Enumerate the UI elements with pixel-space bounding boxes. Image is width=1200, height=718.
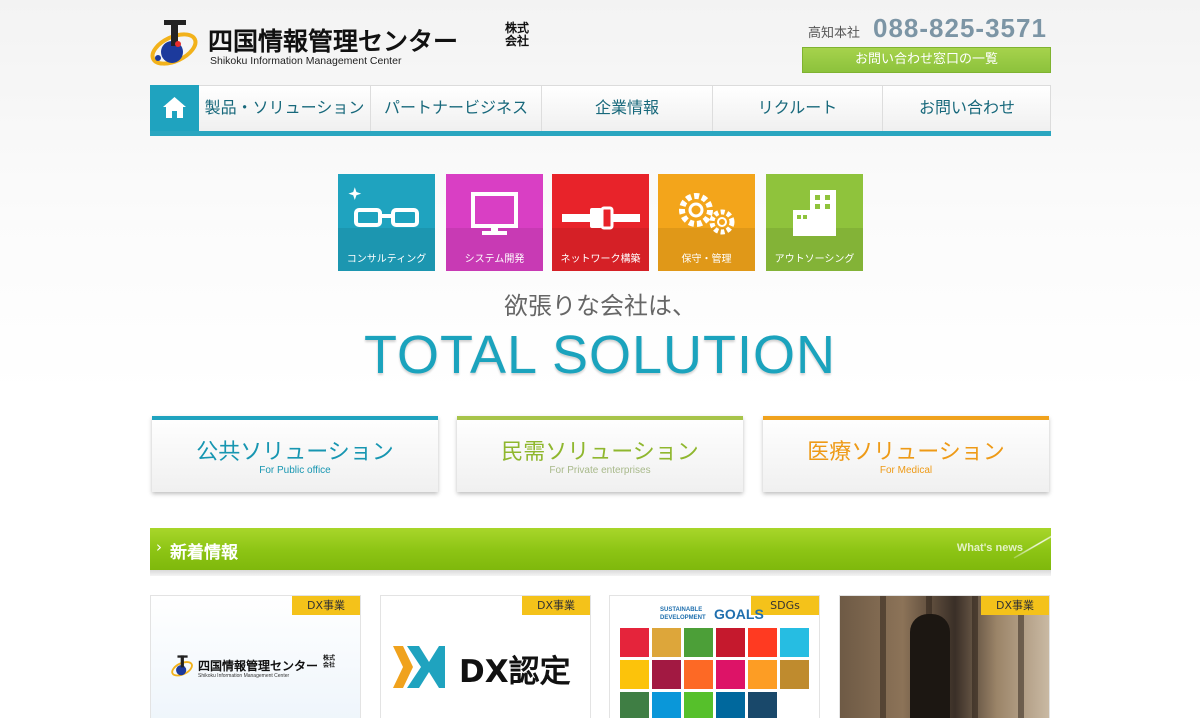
solution-title: 医療ソリューション xyxy=(807,440,1005,465)
phone-number[interactable]: 088-825-3571 xyxy=(873,13,1047,44)
contact-list-button[interactable]: お問い合わせ窓口の一覧 xyxy=(802,47,1051,73)
card-logo-jp: 四国情報管理センター xyxy=(198,659,319,673)
solution-title: 民需ソリューション xyxy=(501,440,699,465)
category-badge: DX事業 xyxy=(981,596,1049,615)
solution-public[interactable]: 公共ソリューション For Public office xyxy=(152,416,438,492)
service-tile-outsourcing[interactable]: アウトソーシング xyxy=(766,174,863,271)
hero-tagline: 欲張りな会社は、 xyxy=(504,292,696,320)
service-tile-consulting[interactable]: コンサルティング xyxy=(338,174,435,271)
company-name-jp: 四国情報管理センター xyxy=(208,27,459,56)
nav-item-company[interactable]: 企業情報 xyxy=(541,86,712,132)
glasses-icon xyxy=(348,187,419,227)
connector-icon xyxy=(562,206,640,230)
news-title: 新着情報 xyxy=(170,543,238,563)
logo-mark-icon xyxy=(150,20,198,66)
news-card[interactable]: DX事業 四国情報管理センター 株式会社 Shikoku Information… xyxy=(150,595,361,718)
solution-subtitle: For Public office xyxy=(259,465,331,476)
nav-home[interactable] xyxy=(150,85,199,136)
nav-item-recruit[interactable]: リクルート xyxy=(712,86,882,132)
news-subtitle: What's news xyxy=(956,542,1023,554)
hq-label: 高知本社 xyxy=(808,26,861,41)
sdgs-heading-1: SUSTAINABLE xyxy=(660,607,703,613)
service-label: コンサルティング xyxy=(346,254,427,265)
card-logo-en: Shikoku Information Management Center xyxy=(198,673,290,679)
sdgs-goals-grid xyxy=(620,628,812,718)
home-icon xyxy=(163,97,186,118)
dx-cert-text: DX認定 xyxy=(459,654,571,690)
nav-item-products[interactable]: 製品・ソリューション xyxy=(199,86,370,132)
service-label: システム開発 xyxy=(464,254,525,265)
service-label: アウトソーシング xyxy=(774,254,855,265)
solution-subtitle: For Medical xyxy=(879,465,933,476)
horse-silhouette xyxy=(910,614,950,718)
news-card[interactable]: SDGs SUSTAINABLE DEVELOPMENT GOALS xyxy=(609,595,820,718)
gears-icon xyxy=(679,193,735,235)
solution-title: 公共ソリューション xyxy=(196,440,394,465)
company-logo[interactable]: 四国情報管理センター 株式会社 Shikoku Information Mana… xyxy=(150,18,550,70)
logo-mark-icon xyxy=(171,655,193,677)
news-card[interactable]: DX事業 DX認定 xyxy=(380,595,591,718)
service-label: ネットワーク構築 xyxy=(560,254,641,265)
chevron-right-icon: › xyxy=(156,538,162,556)
building-icon xyxy=(793,190,836,236)
global-nav: 製品・ソリューション パートナービジネス 企業情報 リクルート お問い合わせ xyxy=(150,85,1051,136)
news-card[interactable]: DX事業 xyxy=(839,595,1050,718)
hero-headline: TOTAL SOLUTION xyxy=(363,325,837,385)
company-suffix: 株式会社 xyxy=(504,21,529,48)
card-logo-suffix: 株式会社 xyxy=(323,655,336,669)
solution-subtitle: For Private enterprises xyxy=(549,465,651,476)
sdgs-heading-2: DEVELOPMENT xyxy=(660,615,706,621)
sdgs-heading-goals: GOALS xyxy=(714,606,764,622)
solution-medical[interactable]: 医療ソリューション For Medical xyxy=(763,416,1049,492)
dx-mark-icon xyxy=(393,646,445,688)
news-header: › 新着情報 What's news xyxy=(150,527,1067,576)
service-tile-network[interactable]: ネットワーク構築 xyxy=(552,174,649,271)
monitor-icon xyxy=(471,192,518,235)
service-tile-maintenance[interactable]: 保守・管理 xyxy=(658,174,755,271)
category-badge: DX事業 xyxy=(522,596,590,615)
solution-private[interactable]: 民需ソリューション For Private enterprises xyxy=(457,416,743,492)
service-tile-system-dev[interactable]: システム開発 xyxy=(446,174,543,271)
service-label: 保守・管理 xyxy=(681,254,732,265)
nav-item-partner[interactable]: パートナービジネス xyxy=(370,86,541,132)
company-name-en: Shikoku Information Management Center xyxy=(210,55,402,67)
nav-item-contact[interactable]: お問い合わせ xyxy=(882,86,1051,132)
category-badge: DX事業 xyxy=(292,596,360,615)
